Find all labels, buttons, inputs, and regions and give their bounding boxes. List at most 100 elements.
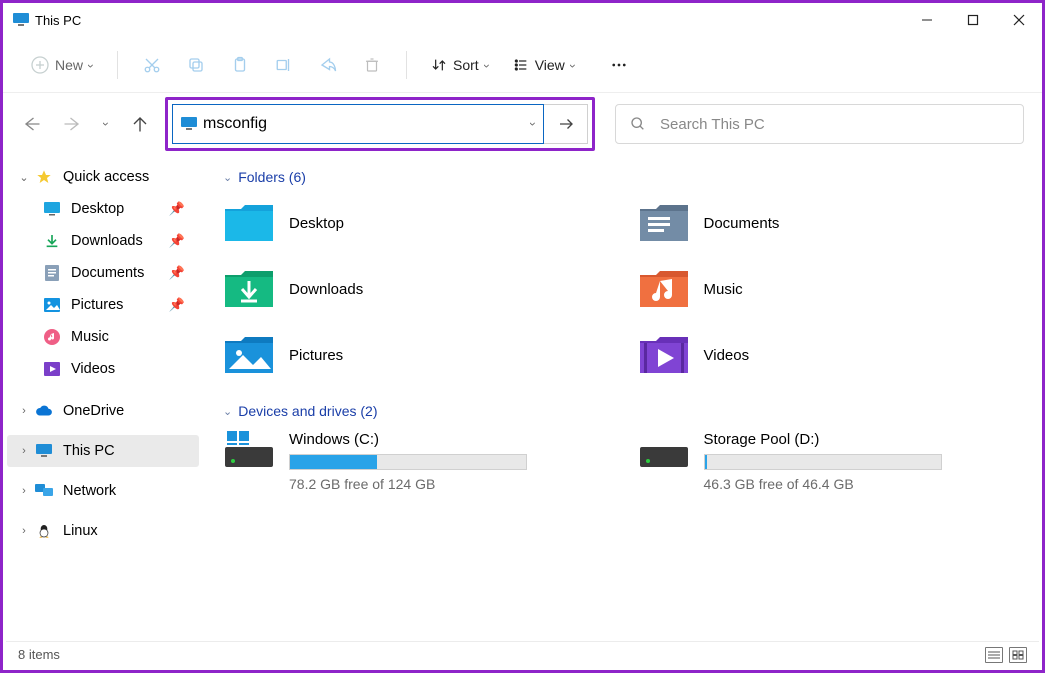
minimize-button[interactable] [904, 3, 950, 37]
share-button[interactable] [308, 47, 348, 83]
rename-button[interactable] [264, 47, 304, 83]
sidebar-quick-access[interactable]: ⌄ Quick access [7, 161, 199, 193]
this-pc-icon [181, 117, 197, 131]
label: Quick access [63, 169, 149, 185]
paste-button[interactable] [220, 47, 260, 83]
sidebar-network[interactable]: › Network [7, 475, 199, 507]
pin-icon: 📌 [169, 201, 185, 217]
sidebar-item-videos[interactable]: Videos [7, 353, 199, 385]
go-button[interactable] [544, 104, 588, 144]
chevron-right-icon: › [17, 525, 31, 537]
content-area: ⌄ Folders (6) Desktop Documents Download… [203, 155, 1042, 642]
label: Music [71, 329, 109, 345]
downloads-folder-icon [223, 267, 275, 311]
separator [406, 51, 407, 79]
large-icons-view-button[interactable] [1009, 647, 1027, 663]
sidebar-onedrive[interactable]: › OneDrive [7, 395, 199, 427]
drive-icon [638, 429, 690, 469]
sidebar-item-pictures[interactable]: Pictures 📌 [7, 289, 199, 321]
sidebar-this-pc[interactable]: › This PC [7, 435, 199, 467]
videos-folder-icon [638, 333, 690, 377]
separator [117, 51, 118, 79]
linux-icon [35, 522, 53, 540]
search-icon [630, 116, 646, 132]
cloud-icon [35, 402, 53, 420]
pin-icon: 📌 [169, 265, 185, 281]
copy-button[interactable] [176, 47, 216, 83]
folder-desktop[interactable]: Desktop [223, 195, 608, 251]
chevron-right-icon: › [17, 405, 31, 417]
this-pc-icon [13, 13, 29, 27]
drive-usage-bar [289, 454, 527, 470]
downloads-icon [43, 232, 61, 250]
label: Desktop [71, 201, 124, 217]
label: Downloads [289, 281, 363, 298]
more-button[interactable] [599, 47, 639, 83]
music-icon [43, 328, 61, 346]
sidebar-item-downloads[interactable]: Downloads 📌 [7, 225, 199, 257]
label: This PC [63, 443, 115, 459]
folder-pictures[interactable]: Pictures [223, 327, 608, 383]
sidebar-item-desktop[interactable]: Desktop 📌 [7, 193, 199, 225]
sidebar-item-documents[interactable]: Documents 📌 [7, 257, 199, 289]
sidebar-item-music[interactable]: Music [7, 321, 199, 353]
drive-c[interactable]: Windows (C:) 78.2 GB free of 124 GB [223, 429, 608, 492]
label: Desktop [289, 215, 344, 232]
folder-videos[interactable]: Videos [638, 327, 1023, 383]
drive-icon [223, 429, 275, 469]
chevron-right-icon: › [17, 445, 31, 457]
new-label: New [55, 57, 83, 73]
drive-label: Storage Pool (D:) [704, 431, 942, 448]
delete-button[interactable] [352, 47, 392, 83]
sort-button[interactable]: Sort [421, 47, 499, 83]
folder-music[interactable]: Music [638, 261, 1023, 317]
folder-downloads[interactable]: Downloads [223, 261, 608, 317]
window-title: This PC [35, 13, 81, 28]
pictures-icon [43, 296, 61, 314]
chevron-down-icon[interactable] [531, 115, 535, 133]
details-view-button[interactable] [985, 647, 1003, 663]
up-button[interactable] [125, 109, 155, 139]
label: Folders (6) [238, 169, 306, 185]
label: Pictures [289, 347, 343, 364]
network-icon [35, 482, 53, 500]
drive-d[interactable]: Storage Pool (D:) 46.3 GB free of 46.4 G… [638, 429, 1023, 492]
chevron-down-icon [571, 57, 575, 73]
view-button[interactable]: View [503, 47, 585, 83]
videos-icon [43, 360, 61, 378]
back-button[interactable] [17, 109, 47, 139]
close-button[interactable] [996, 3, 1042, 37]
label: Devices and drives (2) [238, 403, 377, 419]
sidebar-linux[interactable]: › Linux [7, 515, 199, 547]
forward-button[interactable] [57, 109, 87, 139]
address-bar[interactable] [172, 104, 544, 144]
label: Documents [71, 265, 144, 281]
folders-section-head[interactable]: ⌄ Folders (6) [223, 169, 1022, 185]
chevron-down-icon: ⌄ [17, 171, 31, 184]
status-bar: 8 items [6, 641, 1039, 667]
chevron-down-icon [89, 57, 93, 73]
label: OneDrive [63, 403, 124, 419]
maximize-button[interactable] [950, 3, 996, 37]
new-button[interactable]: New [21, 47, 103, 83]
address-input[interactable] [203, 115, 525, 133]
label: Pictures [71, 297, 123, 313]
drive-usage-bar [704, 454, 942, 470]
chevron-right-icon: › [17, 485, 31, 497]
search-placeholder: Search This PC [660, 116, 765, 133]
address-bar-highlight [165, 97, 595, 151]
cut-button[interactable] [132, 47, 172, 83]
folder-documents[interactable]: Documents [638, 195, 1023, 251]
search-box[interactable]: Search This PC [615, 104, 1024, 144]
drive-free-text: 78.2 GB free of 124 GB [289, 476, 527, 492]
view-label: View [535, 57, 565, 73]
status-text: 8 items [18, 647, 60, 662]
drives-section-head[interactable]: ⌄ Devices and drives (2) [223, 403, 1022, 419]
chevron-down-icon [104, 115, 108, 133]
toolbar: New Sort View [3, 37, 1042, 93]
label: Videos [704, 347, 750, 364]
music-folder-icon [638, 267, 690, 311]
history-button[interactable] [97, 109, 115, 139]
desktop-icon [43, 200, 61, 218]
chevron-down-icon: ⌄ [223, 405, 232, 418]
